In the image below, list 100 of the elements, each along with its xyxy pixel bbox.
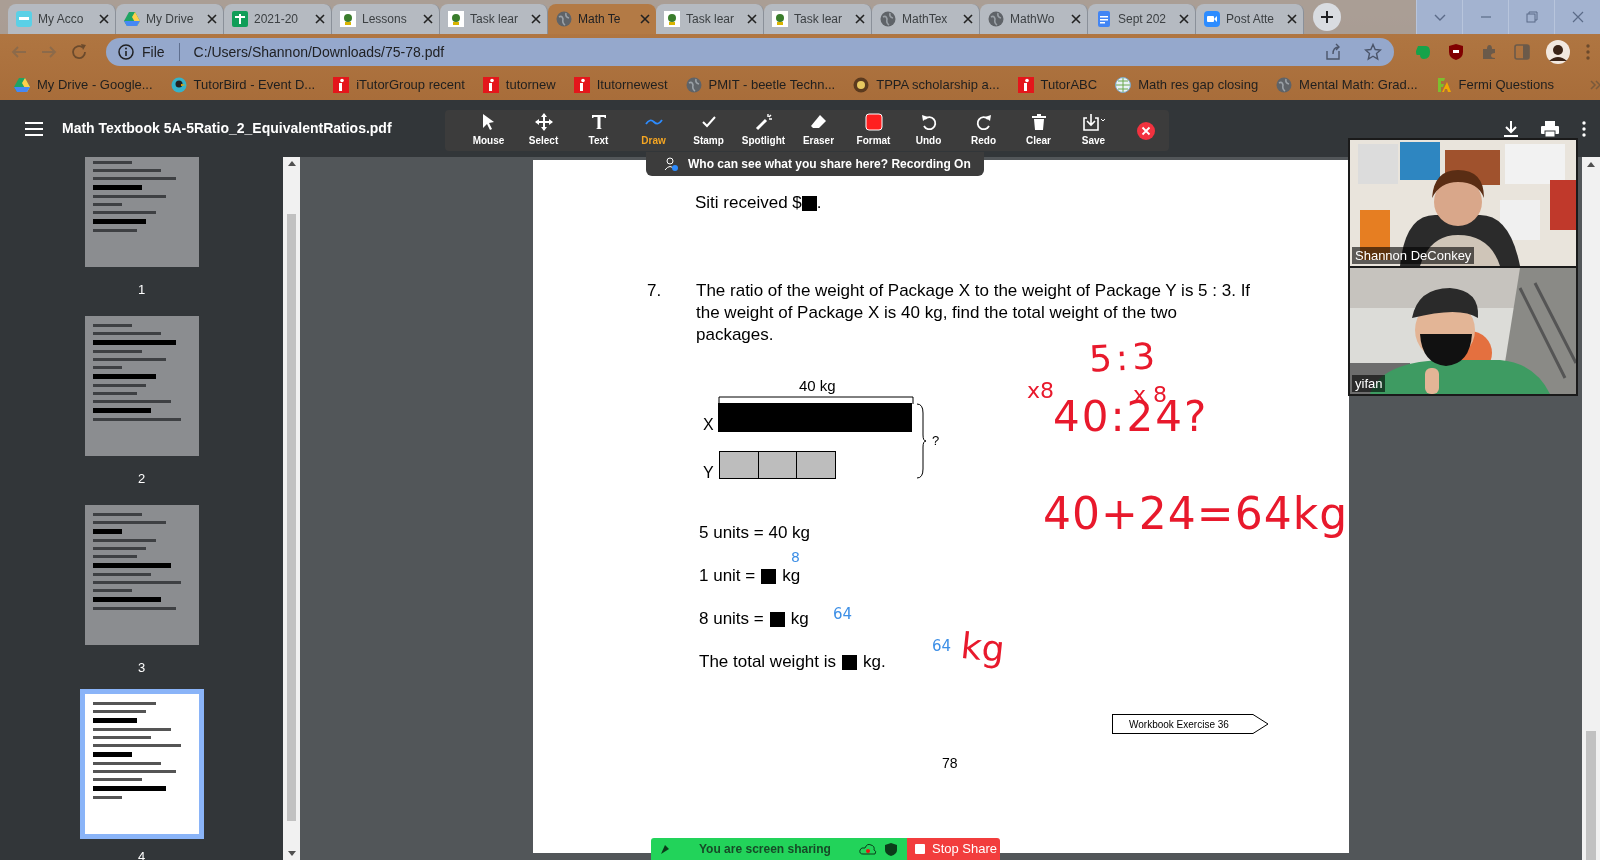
equation-text: kg. — [863, 651, 886, 674]
bookmark[interactable]: Math res gap closing — [1115, 75, 1259, 95]
tab-title: 2021-20 — [254, 11, 299, 28]
download-button[interactable] — [1502, 119, 1520, 138]
ink-annotation: 64 — [833, 607, 853, 622]
address-bar[interactable]: File C:/Users/Shannon/Downloads/75-78.pdf — [106, 38, 1394, 66]
browser-tab[interactable]: Task lear — [656, 4, 764, 34]
browser-tab[interactable]: 2021-20 — [224, 4, 332, 34]
close-icon — [315, 14, 325, 24]
globe-icon — [988, 11, 1004, 27]
close-button[interactable] — [1137, 121, 1155, 140]
bookmark-title: Mental Math: Grad... — [1299, 76, 1418, 95]
equation-text: 8 units = — [699, 608, 764, 631]
tab-title: Task lear — [794, 11, 843, 28]
close-icon — [747, 14, 757, 24]
url-text: C:/Users/Shannon/Downloads/75-78.pdf — [193, 42, 446, 62]
bookmark[interactable]: TPPA scholarship a... — [853, 75, 1000, 95]
browser-tab[interactable]: Task lear — [440, 4, 548, 34]
browser-tab[interactable]: Sept 202 — [1088, 4, 1196, 34]
shield-icon — [885, 842, 897, 856]
print-button[interactable] — [1540, 119, 1560, 138]
text-icon — [589, 113, 608, 131]
body-text: Siti received $ — [695, 192, 802, 215]
drive-icon — [14, 77, 30, 93]
stop-icon — [915, 844, 925, 854]
camera-icon — [1204, 11, 1220, 27]
bird-icon — [170, 77, 187, 93]
globe-icon — [880, 11, 896, 27]
scrollbar[interactable] — [283, 157, 300, 860]
tool-button[interactable]: Eraser — [791, 110, 846, 151]
star-icon — [1364, 43, 1382, 61]
menu-icon — [25, 121, 43, 136]
browser-tab[interactable]: Task lear — [764, 4, 872, 34]
download-icon — [1502, 119, 1520, 138]
move-icon — [534, 113, 553, 131]
page-thumbnail[interactable] — [79, 689, 204, 839]
tab-title: My Acco — [38, 11, 84, 28]
close-icon — [640, 14, 650, 24]
tool-button[interactable]: Select — [516, 110, 571, 151]
stop-share-button[interactable]: Stop Share — [907, 838, 1000, 860]
eraser-icon — [809, 113, 828, 131]
wand-icon — [754, 113, 773, 131]
browser-tab[interactable]: Math Te — [548, 4, 656, 34]
question-number: 7. — [647, 280, 663, 302]
scrollbar-thumb[interactable] — [1586, 731, 1596, 860]
scrollbar[interactable] — [1582, 157, 1600, 860]
tag-arrow-icon — [1244, 714, 1269, 734]
globe-icon — [1276, 77, 1293, 93]
tool-button[interactable]: Draw — [626, 110, 681, 151]
bookmark-title: My Drive - Google... — [37, 76, 153, 95]
answer-blank — [801, 195, 817, 211]
tool-button[interactable]: Redo — [956, 110, 1011, 151]
browser-tab[interactable]: My Acco — [8, 4, 116, 34]
tab-title: My Drive — [146, 11, 194, 28]
bookmark-title: PMIT - beetle Techn... — [708, 76, 836, 95]
tool-button[interactable]: Save — [1066, 110, 1121, 151]
bookmark[interactable]: Mental Math: Grad... — [1276, 75, 1418, 95]
bookmark[interactable]: iTutorGroup recent — [333, 75, 465, 95]
browser-tab[interactable]: MathTex — [872, 4, 980, 34]
tool-button[interactable]: Text — [571, 110, 626, 151]
info-mark-icon — [482, 77, 499, 93]
globe-icon — [556, 11, 572, 27]
bookmark[interactable]: tutornew — [482, 75, 556, 95]
person-icon — [664, 157, 678, 171]
equation-text: kg — [790, 608, 809, 631]
browser-tab[interactable]: MathWo — [980, 4, 1088, 34]
page-label: 2 — [137, 470, 146, 487]
tool-button[interactable]: Format — [846, 110, 901, 151]
bookmark[interactable]: My Drive - Google... — [14, 75, 153, 95]
bookmark[interactable]: TutorABC — [1017, 75, 1098, 95]
avatar-icon — [1546, 40, 1570, 64]
more-button[interactable] — [1582, 120, 1586, 137]
page-label: 1 — [137, 281, 146, 298]
tool-button[interactable]: Undo — [901, 110, 956, 151]
crest-icon — [448, 11, 464, 27]
tool-button[interactable]: Clear — [1011, 110, 1066, 151]
undo-icon — [919, 113, 938, 131]
tool-button[interactable]: Mouse — [461, 110, 516, 151]
scrollbar-thumb[interactable] — [287, 214, 296, 821]
tab-title: Math Te — [578, 11, 621, 28]
participant-name: Shannon DeConkey — [1352, 247, 1475, 264]
new-tab-button[interactable] — [1313, 3, 1341, 31]
bookmark[interactable]: Itutornewest — [573, 75, 668, 95]
browser-tab[interactable]: Post Atte — [1196, 4, 1304, 34]
browser-tab[interactable]: My Drive — [116, 4, 224, 34]
equation-text: The total weight is — [699, 651, 836, 674]
bookmark[interactable]: PMIT - beetle Techn... — [685, 75, 836, 95]
globe-icon — [685, 77, 702, 93]
close-icon — [531, 14, 541, 24]
redo-icon — [974, 113, 993, 131]
bookmark[interactable]: TutorBird - Event D... — [170, 75, 316, 95]
url-scheme: File — [142, 42, 165, 62]
browser-tab[interactable]: Lessons — [332, 4, 440, 34]
trash-icon — [1029, 113, 1048, 131]
chevrons-icon — [1590, 80, 1600, 90]
bookmark[interactable]: Fermi Questions — [1435, 75, 1554, 95]
tool-button[interactable]: Spotlight — [736, 110, 791, 151]
tool-button[interactable]: Stamp — [681, 110, 736, 151]
save-icon — [1081, 113, 1106, 131]
bookmark-title: TPPA scholarship a... — [876, 76, 1000, 95]
